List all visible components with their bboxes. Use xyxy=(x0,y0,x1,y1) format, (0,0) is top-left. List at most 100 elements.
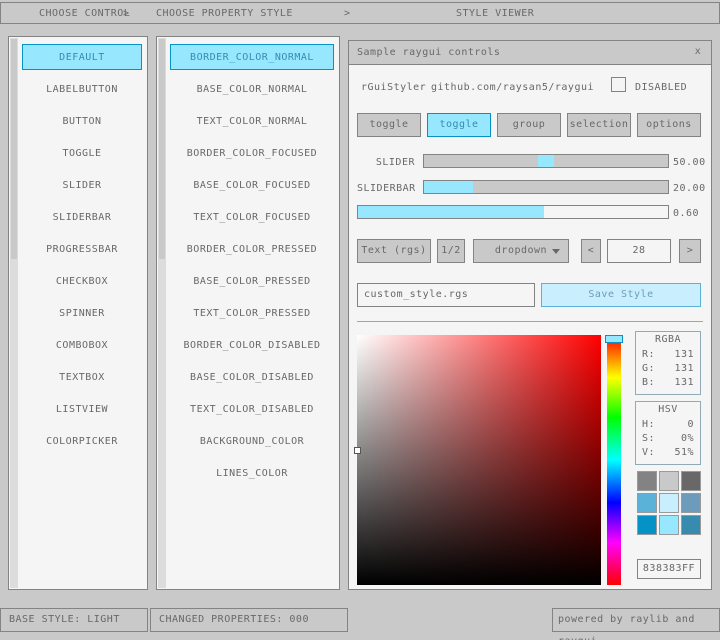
progress-value: 0.60 xyxy=(673,207,699,221)
chevron-separator-icon: > xyxy=(123,8,130,19)
list-item-colorpicker[interactable]: COLORPICKER xyxy=(22,428,142,454)
swatch-border-pressed[interactable] xyxy=(637,515,657,535)
list-item-checkbox[interactable]: CHECKBOX xyxy=(22,268,142,294)
list-item-progressbar[interactable]: PROGRESSBAR xyxy=(22,236,142,262)
text-rgs-button[interactable]: Text (rgs) xyxy=(357,239,431,263)
section-divider xyxy=(357,321,703,322)
swatch-text-normal[interactable] xyxy=(681,471,701,491)
list-item-labelbutton[interactable]: LABELBUTTON xyxy=(22,76,142,102)
list-item-border-color-pressed[interactable]: BORDER_COLOR_PRESSED xyxy=(170,236,334,262)
list-item-text-color-normal[interactable]: TEXT_COLOR_NORMAL xyxy=(170,108,334,134)
hsv-group: HSV H:0 S:0% V:51% xyxy=(635,401,701,465)
swatch-border-focused[interactable] xyxy=(637,493,657,513)
scrollbar-thumb[interactable] xyxy=(159,39,165,259)
list-item-textbox[interactable]: TEXTBOX xyxy=(22,364,142,390)
swatch-text-focused[interactable] xyxy=(681,493,701,513)
window-title: Sample raygui controls xyxy=(357,47,500,58)
toggle-button-group[interactable]: group xyxy=(497,113,561,137)
rgba-group: RGBA R:131 G:131 B:131 xyxy=(635,331,701,395)
spinner-value-box[interactable]: 28 xyxy=(607,239,671,263)
repo-link[interactable]: github.com/raysan5/raygui xyxy=(431,81,594,95)
r-value: 131 xyxy=(674,348,694,362)
v-value: 51% xyxy=(674,446,694,460)
style-viewer-window: Sample raygui controls x rGuiStyler gith… xyxy=(348,40,712,590)
slider-value: 50.00 xyxy=(673,156,706,170)
toggle-button-options[interactable]: options xyxy=(637,113,701,137)
swatch-text-pressed[interactable] xyxy=(681,515,701,535)
list-item-base-color-focused[interactable]: BASE_COLOR_FOCUSED xyxy=(170,172,334,198)
hex-value-textbox[interactable]: 838383FF xyxy=(637,559,701,579)
brand-label: rGuiStyler xyxy=(361,81,426,95)
controls-list-panel: DEFAULT LABELBUTTON BUTTON TOGGLE SLIDER… xyxy=(8,36,148,590)
slider-knob[interactable] xyxy=(538,155,554,167)
list-item-toggle[interactable]: TOGGLE xyxy=(22,140,142,166)
rguistyler-app: CHOOSE CONTROL > CHOOSE PROPERTY STYLE >… xyxy=(0,0,720,640)
controls-scrollbar[interactable] xyxy=(10,38,18,588)
r-label: R: xyxy=(642,348,655,362)
properties-list-panel: BORDER_COLOR_NORMAL BASE_COLOR_NORMAL TE… xyxy=(156,36,340,590)
list-item-base-color-normal[interactable]: BASE_COLOR_NORMAL xyxy=(170,76,334,102)
statusbar-changed-properties: CHANGED PROPERTIES: 000 xyxy=(150,608,348,632)
chevron-down-icon xyxy=(552,249,560,254)
list-item-text-color-pressed[interactable]: TEXT_COLOR_PRESSED xyxy=(170,300,334,326)
disabled-checkbox[interactable] xyxy=(611,77,626,92)
swatch-base-focused[interactable] xyxy=(659,493,679,513)
scrollbar-thumb[interactable] xyxy=(11,39,17,259)
filename-textbox[interactable]: custom_style.rgs xyxy=(357,283,535,307)
half-button[interactable]: 1/2 xyxy=(437,239,465,263)
spinner-decrement-button[interactable]: < xyxy=(581,239,601,263)
toggle-button-selection[interactable]: selection xyxy=(567,113,631,137)
hue-bar-cursor[interactable] xyxy=(605,335,623,343)
dropdown-selected-label: dropdown xyxy=(495,245,547,256)
list-item-default[interactable]: DEFAULT xyxy=(22,44,142,70)
list-item-combobox[interactable]: COMBOBOX xyxy=(22,332,142,358)
color-picker-cursor[interactable] xyxy=(354,447,361,454)
g-label: G: xyxy=(642,362,655,376)
toggle-button-1[interactable]: toggle xyxy=(357,113,421,137)
list-item-border-color-normal[interactable]: BORDER_COLOR_NORMAL xyxy=(170,44,334,70)
style-color-swatches xyxy=(637,471,705,535)
save-style-button[interactable]: Save Style xyxy=(541,283,701,307)
sample-controls-area: rGuiStyler github.com/raysan5/raygui DIS… xyxy=(349,65,711,589)
list-item-border-color-disabled[interactable]: BORDER_COLOR_DISABLED xyxy=(170,332,334,358)
close-button[interactable]: x xyxy=(689,43,707,61)
list-item-text-color-disabled[interactable]: TEXT_COLOR_DISABLED xyxy=(170,396,334,422)
hue-bar[interactable] xyxy=(607,335,621,585)
spinner-increment-button[interactable]: > xyxy=(679,239,701,263)
s-value: 0% xyxy=(681,432,694,446)
sliderbar-value: 20.00 xyxy=(673,182,706,196)
list-item-spinner[interactable]: SPINNER xyxy=(22,300,142,326)
sliderbar[interactable] xyxy=(423,180,669,194)
breadcrumb-bar: CHOOSE CONTROL > CHOOSE PROPERTY STYLE >… xyxy=(0,2,720,24)
list-item-button[interactable]: BUTTON xyxy=(22,108,142,134)
b-label: B: xyxy=(642,376,655,390)
step-choose-property-style: CHOOSE PROPERTY STYLE xyxy=(156,8,293,19)
toggle-button-2-active[interactable]: toggle xyxy=(427,113,491,137)
list-item-base-color-pressed[interactable]: BASE_COLOR_PRESSED xyxy=(170,268,334,294)
slider[interactable] xyxy=(423,154,669,168)
h-label: H: xyxy=(642,418,655,432)
color-picker-gradient[interactable] xyxy=(357,335,601,585)
list-item-background-color[interactable]: BACKGROUND_COLOR xyxy=(170,428,334,454)
list-item-border-color-focused[interactable]: BORDER_COLOR_FOCUSED xyxy=(170,140,334,166)
swatch-base-pressed[interactable] xyxy=(659,515,679,535)
h-value: 0 xyxy=(687,418,694,432)
dropdown-combobox[interactable]: dropdown xyxy=(473,239,569,263)
swatch-border-normal[interactable] xyxy=(637,471,657,491)
list-item-sliderbar[interactable]: SLIDERBAR xyxy=(22,204,142,230)
rgba-title: RGBA xyxy=(636,332,700,348)
disabled-checkbox-label: DISABLED xyxy=(635,81,687,95)
swatch-base-normal[interactable] xyxy=(659,471,679,491)
controls-list: DEFAULT LABELBUTTON BUTTON TOGGLE SLIDER… xyxy=(22,44,142,460)
list-item-text-color-focused[interactable]: TEXT_COLOR_FOCUSED xyxy=(170,204,334,230)
properties-scrollbar[interactable] xyxy=(158,38,166,588)
chevron-separator-icon: > xyxy=(344,8,351,19)
sliderbar-label: SLIDERBAR xyxy=(357,182,415,196)
window-titlebar[interactable]: Sample raygui controls x xyxy=(349,41,711,65)
list-item-base-color-disabled[interactable]: BASE_COLOR_DISABLED xyxy=(170,364,334,390)
statusbar-powered-by: powered by raylib and raygui xyxy=(552,608,720,632)
list-item-listview[interactable]: LISTVIEW xyxy=(22,396,142,422)
v-label: V: xyxy=(642,446,655,460)
list-item-slider[interactable]: SLIDER xyxy=(22,172,142,198)
list-item-lines-color[interactable]: LINES_COLOR xyxy=(170,460,334,486)
